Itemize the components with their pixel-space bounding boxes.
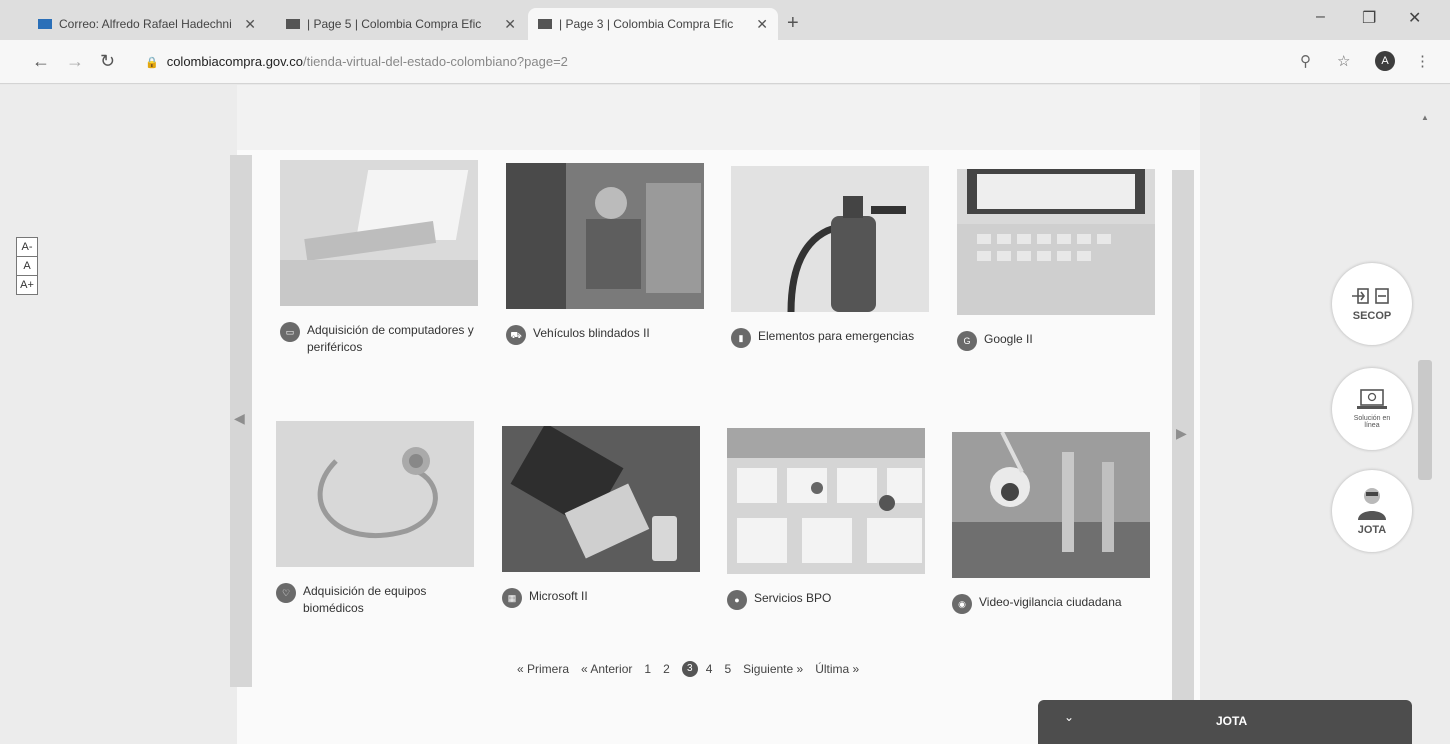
page-1-link[interactable]: 1 (644, 662, 651, 676)
page-4-link[interactable]: 4 (706, 662, 713, 676)
font-normal-button[interactable]: A (16, 256, 38, 276)
close-tab-icon[interactable]: ✕ (756, 16, 768, 33)
product-image (731, 166, 929, 312)
product-card[interactable]: ♡ Adquisición de equipos biomédicos (276, 421, 474, 617)
product-image (957, 169, 1155, 315)
fire-extinguisher-icon: ▮ (731, 328, 751, 348)
product-card[interactable]: G Google II (957, 169, 1155, 351)
computer-icon: ▭ (280, 322, 300, 342)
back-icon[interactable]: ← (32, 51, 50, 72)
product-label: Servicios BPO (754, 591, 832, 605)
site-favicon-icon (286, 19, 300, 29)
minimize-icon[interactable]: – (1316, 8, 1325, 26)
page-5-link[interactable]: 5 (724, 662, 731, 676)
scrollbar-thumb[interactable] (1418, 360, 1432, 480)
product-image (502, 426, 700, 572)
profile-avatar[interactable]: A (1375, 51, 1395, 71)
new-tab-button[interactable]: + (787, 12, 799, 35)
bookmark-star-icon[interactable]: ☆ (1337, 52, 1350, 70)
page-2-link[interactable]: 2 (663, 662, 670, 676)
product-image (506, 163, 704, 309)
google-icon: G (957, 331, 977, 351)
scroll-up-icon[interactable]: ▲ (1421, 113, 1429, 122)
person-icon: ● (727, 590, 747, 610)
product-image (952, 432, 1150, 578)
arrow-right-icon: ▶ (1176, 425, 1187, 441)
tab-bar: Correo: Alfredo Rafael Hadechni ✕ | Page… (0, 0, 1450, 40)
font-size-controls: A- A A+ (16, 237, 38, 295)
product-image (280, 160, 478, 306)
product-card[interactable]: ▭ Adquisición de computadores y periféric… (280, 160, 478, 356)
font-increase-button[interactable]: A+ (16, 275, 38, 295)
secop-button[interactable]: SECOP (1332, 263, 1412, 345)
close-tab-icon[interactable]: ✕ (504, 16, 516, 33)
outlook-icon (38, 19, 52, 29)
login-icon (1352, 288, 1389, 304)
page-current: 3 (681, 661, 698, 677)
page-first-link[interactable]: « Primera (517, 662, 569, 676)
page-next-link[interactable]: Siguiente » (743, 662, 803, 676)
close-tab-icon[interactable]: ✕ (244, 16, 256, 33)
site-favicon-icon (538, 19, 552, 29)
camera-icon: ◉ (952, 594, 972, 614)
product-card[interactable]: ● Servicios BPO (727, 428, 925, 610)
product-label: Adquisición de computadores y periférico… (307, 323, 474, 354)
pagination: « Primera « Anterior 1 2 3 4 5 Siguiente… (517, 661, 871, 677)
car-icon: ⛟ (506, 325, 526, 345)
product-image (727, 428, 925, 574)
product-label: Adquisición de equipos biomédicos (303, 584, 427, 615)
menu-icon[interactable]: ⋮ (1415, 52, 1430, 70)
laptop-support-icon (1357, 389, 1387, 409)
product-label: Vehículos blindados II (533, 326, 650, 340)
jota-chat-bar[interactable]: ⌄ JOTA (1038, 700, 1412, 744)
solucion-en-linea-button[interactable]: Solución en línea (1332, 368, 1412, 450)
forward-icon[interactable]: → (66, 51, 84, 72)
carousel-prev-button[interactable]: ◀ (230, 155, 252, 687)
catalog-content: ◀ ▶ ▭ Adquisición de computadores y perif… (230, 85, 1200, 744)
product-card[interactable]: ⛟ Vehículos blindados II (506, 163, 704, 345)
chevron-down-icon[interactable]: ⌄ (1064, 710, 1074, 724)
page-viewport: A- A A+ ◀ ▶ ▭ Adquisición de computadores… (0, 85, 1450, 744)
product-image (276, 421, 474, 567)
font-decrease-button[interactable]: A- (16, 237, 38, 257)
tab-page3[interactable]: | Page 3 | Colombia Compra Efic ✕ (528, 8, 778, 40)
tab-page5[interactable]: | Page 5 | Colombia Compra Efic ✕ (276, 8, 526, 40)
jota-avatar-icon (1358, 488, 1386, 520)
close-window-icon[interactable]: ✕ (1408, 8, 1421, 28)
url-field[interactable]: 🔒 colombiacompra.gov.co/tienda-virtual-de… (145, 54, 568, 69)
reload-icon[interactable]: ↻ (100, 51, 115, 72)
arrow-left-icon: ◀ (234, 410, 245, 426)
product-card[interactable]: ◉ Video-vigilancia ciudadana (952, 432, 1150, 614)
header-strip (237, 85, 1200, 150)
jota-assistant-button[interactable]: JOTA (1332, 470, 1412, 552)
product-label: Google II (984, 332, 1033, 346)
product-label: Microsoft II (529, 589, 588, 603)
product-label: Video-vigilancia ciudadana (979, 595, 1122, 609)
microsoft-icon: ▦ (502, 588, 522, 608)
page-prev-link[interactable]: « Anterior (581, 662, 632, 676)
carousel-next-button[interactable]: ▶ (1172, 170, 1194, 702)
stethoscope-icon: ♡ (276, 583, 296, 603)
address-bar-row: ← → ↻ 🔒 colombiacompra.gov.co/tienda-virt… (0, 40, 1450, 84)
tab-correo[interactable]: Correo: Alfredo Rafael Hadechni ✕ (28, 8, 266, 40)
page-last-link[interactable]: Última » (815, 662, 859, 676)
product-card[interactable]: ▦ Microsoft II (502, 426, 700, 608)
restore-icon[interactable]: ❐ (1362, 8, 1376, 28)
product-card[interactable]: ▮ Elementos para emergencias (731, 166, 929, 348)
product-label: Elementos para emergencias (758, 329, 915, 343)
lock-icon: 🔒 (145, 57, 159, 69)
zoom-icon[interactable]: ⚲ (1300, 52, 1311, 70)
